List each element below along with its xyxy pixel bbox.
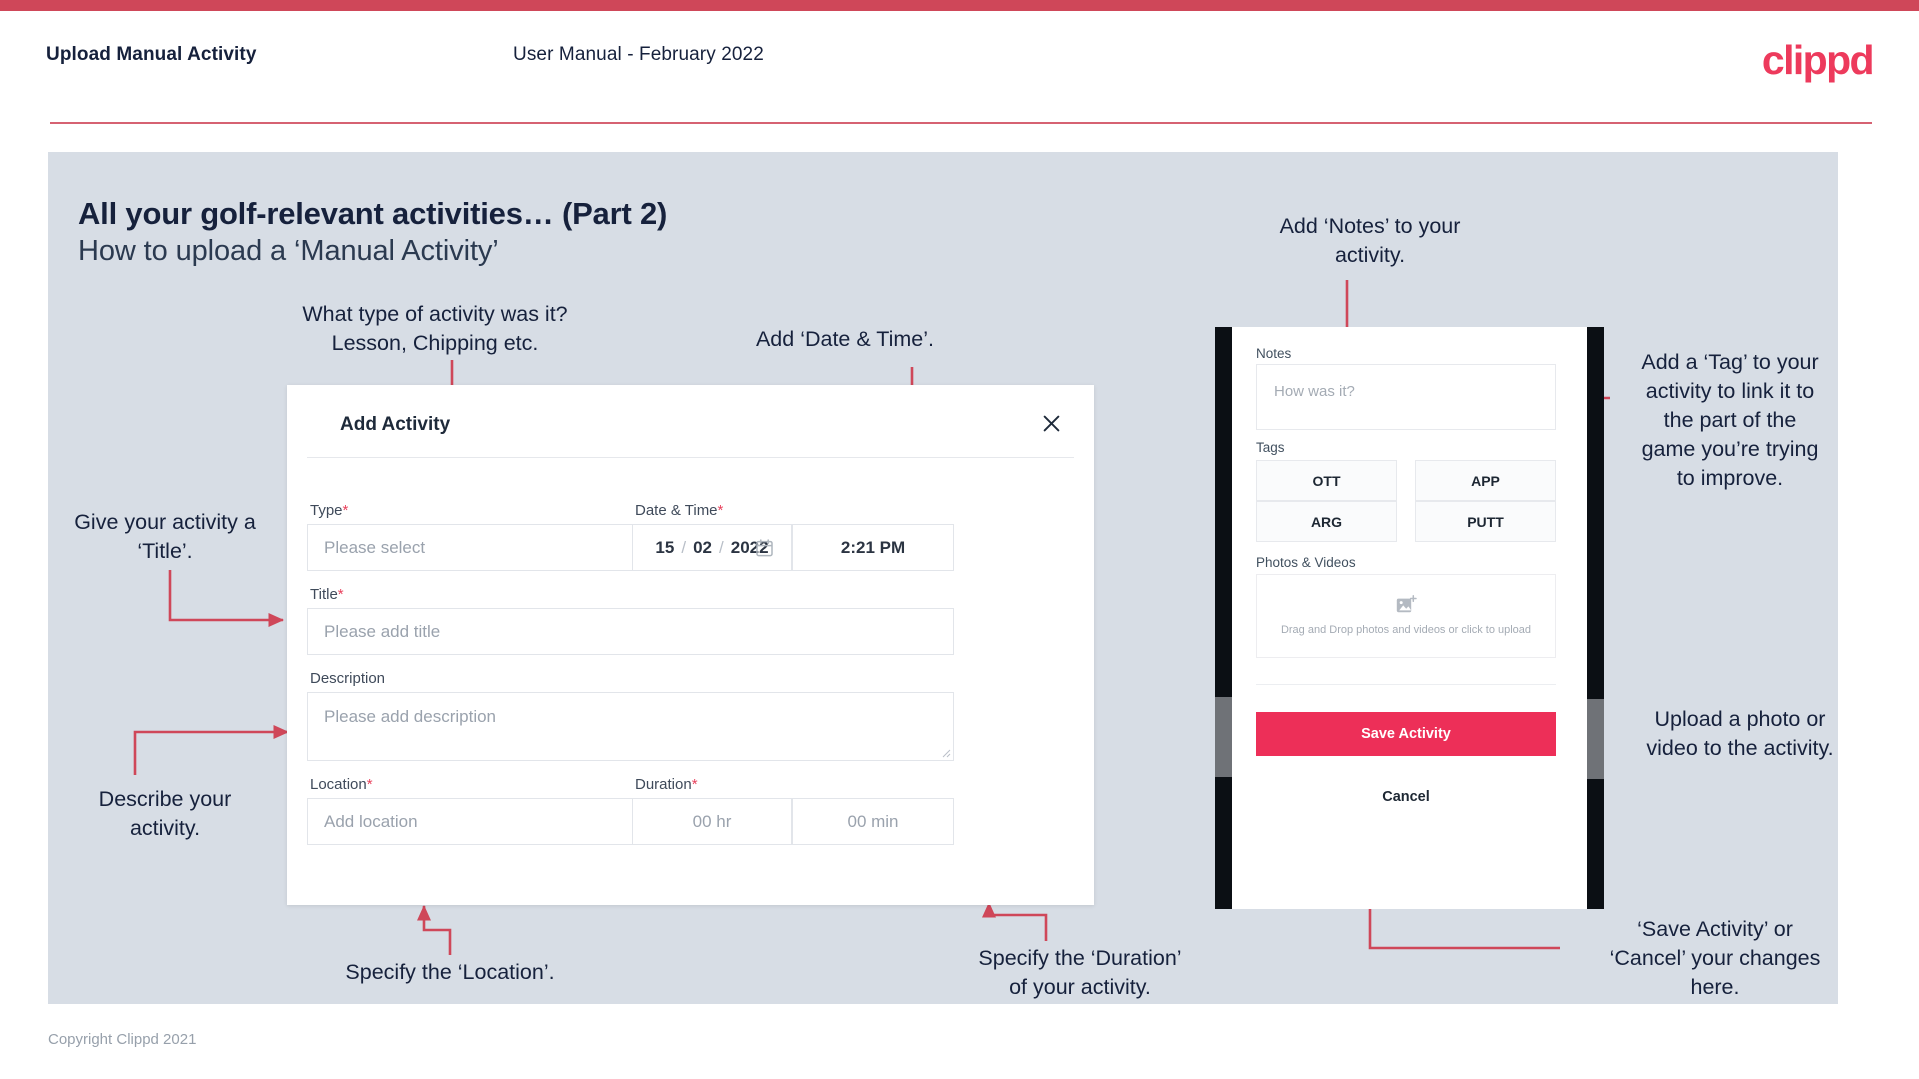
type-required: * (342, 502, 349, 519)
duration-required: * (691, 776, 698, 793)
location-label: Location* (310, 776, 373, 793)
photos-label: Photos & Videos (1256, 555, 1356, 570)
time-input[interactable]: 2:21 PM (792, 524, 954, 571)
type-label: Type* (310, 502, 348, 519)
annotation-description: Describe your activity. (98, 787, 232, 840)
cancel-button[interactable]: Cancel (1256, 789, 1556, 805)
slide-heading: All your golf-relevant activities… (Part… (78, 196, 668, 231)
date-sep-2: / (719, 537, 724, 557)
duration-hours-input[interactable]: 00 hr (632, 798, 792, 845)
slide-root: Upload Manual Activity User Manual - Feb… (0, 0, 1919, 1079)
location-required: * (366, 776, 373, 793)
type-placeholder: Please select (324, 537, 426, 557)
dialog-divider (307, 457, 1074, 458)
date-sep-1: / (681, 537, 687, 557)
annotation-notes: Add ‘Notes’ to your activity. (1279, 214, 1461, 267)
notes-placeholder: How was it? (1274, 383, 1355, 400)
phone-screen: Notes How was it? Tags OTT APP ARG PUTT … (1232, 327, 1587, 909)
location-input[interactable]: Add location (307, 798, 682, 845)
annotation-type: What type of activity was it? Lesson, Ch… (302, 302, 568, 355)
tags-label: Tags (1256, 440, 1285, 455)
annotation-title: Give your activity a ‘Title’. (74, 510, 256, 563)
slide-subheading: How to upload a ‘Manual Activity’ (78, 235, 499, 267)
duration-minutes-input[interactable]: 00 min (792, 798, 954, 845)
description-label: Description (310, 670, 385, 687)
dialog-title: Add Activity (340, 414, 451, 435)
annotation-duration: Specify the ‘Duration’ of your activity. (978, 946, 1182, 999)
datetime-label-text: Date & Time (635, 502, 718, 519)
title-label-text: Title (310, 586, 338, 603)
duration-hours-placeholder: 00 hr (692, 811, 732, 831)
location-label-text: Location (310, 776, 367, 793)
time-value: 2:21 PM (840, 537, 906, 557)
date-month: 02 (693, 537, 712, 557)
datetime-required: * (717, 502, 724, 519)
add-image-icon (1396, 594, 1417, 612)
title-label: Title* (310, 586, 344, 603)
annotation-save-cancel: ‘Save Activity’ or ‘Cancel’ your changes… (1609, 917, 1821, 999)
phone-power-button (1587, 699, 1604, 779)
tag-app[interactable]: APP (1415, 460, 1556, 501)
datetime-label: Date & Time* (635, 502, 723, 519)
phone-bezel-left (1215, 327, 1232, 909)
add-activity-dialog: Add Activity Type* Please select Date & … (287, 385, 1094, 905)
page-subtitle: User Manual - February 2022 (513, 44, 764, 65)
close-icon[interactable] (1033, 405, 1069, 441)
description-textarea[interactable]: Please add description (307, 692, 954, 761)
notes-label: Notes (1256, 346, 1292, 361)
title-placeholder: Please add title (324, 621, 441, 641)
photo-dropzone[interactable]: Drag and Drop photos and videos or click… (1256, 574, 1556, 658)
top-accent-bar (0, 0, 1919, 11)
dropzone-text: Drag and Drop photos and videos or click… (1280, 623, 1532, 636)
annotation-tags: Add a ‘Tag’ to your activity to link it … (1641, 350, 1819, 490)
date-day: 15 (655, 537, 675, 557)
duration-label-text: Duration (635, 776, 692, 793)
title-required: * (337, 586, 344, 603)
description-placeholder: Please add description (324, 707, 497, 726)
title-input[interactable]: Please add title (307, 608, 954, 655)
duration-minutes-placeholder: 00 min (847, 811, 899, 831)
location-placeholder: Add location (324, 811, 418, 831)
tag-ott[interactable]: OTT (1256, 460, 1397, 501)
annotation-upload: Upload a photo or video to the activity. (1646, 707, 1834, 760)
type-select[interactable]: Please select (307, 524, 682, 571)
description-label-text: Description (310, 670, 386, 687)
clippd-logo: clippd (1761, 37, 1875, 83)
date-input[interactable]: 15 / 02 / 2022 (632, 524, 792, 571)
phone-divider (1256, 684, 1556, 685)
tag-arg[interactable]: ARG (1256, 501, 1397, 542)
tag-putt[interactable]: PUTT (1415, 501, 1556, 542)
annotation-location: Specify the ‘Location’. (345, 960, 555, 984)
annotation-date-time: Add ‘Date & Time’. (755, 327, 935, 351)
close-icon-glyph (1043, 415, 1059, 431)
save-activity-button[interactable]: Save Activity (1256, 712, 1556, 756)
duration-label: Duration* (635, 776, 698, 793)
calendar-icon[interactable] (756, 538, 773, 557)
phone-bezel-right (1587, 327, 1604, 909)
page-title: Upload Manual Activity (46, 44, 257, 65)
type-label-text: Type (310, 502, 343, 519)
resize-grip-icon[interactable] (941, 748, 951, 758)
copyright-text: Copyright Clippd 2021 (48, 1031, 197, 1048)
phone-mockup: Notes How was it? Tags OTT APP ARG PUTT … (1215, 327, 1604, 909)
header-divider (50, 122, 1872, 124)
phone-volume-button (1215, 697, 1232, 777)
